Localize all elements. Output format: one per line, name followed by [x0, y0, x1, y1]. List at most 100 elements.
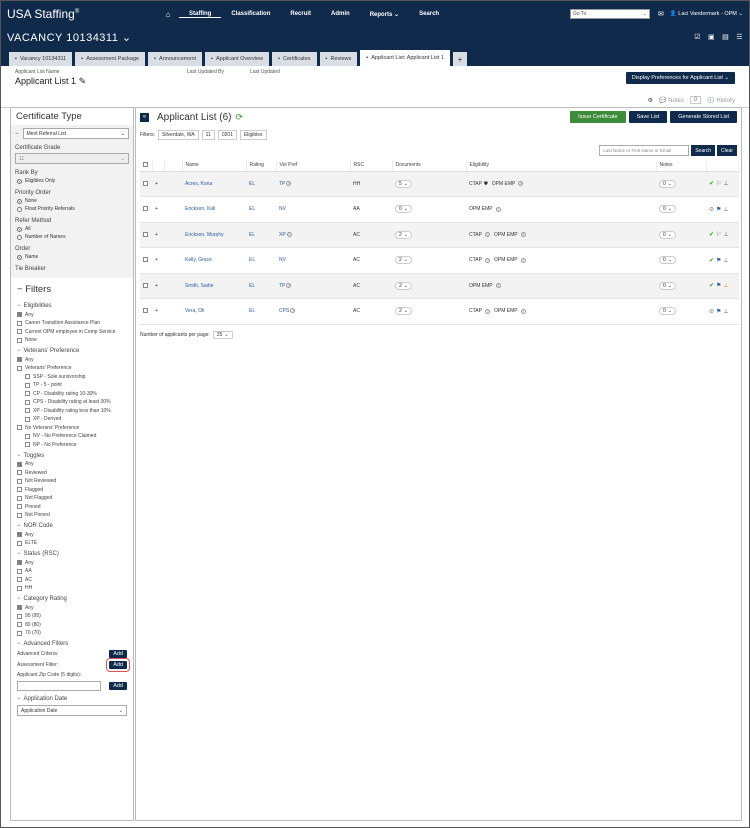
expand-icon[interactable]: + [152, 196, 164, 223]
checkbox-any[interactable]: ✓ Any [17, 532, 127, 538]
help-icon[interactable]: ? [520, 308, 526, 314]
history-link[interactable]: 🕘 History [707, 97, 735, 104]
checkbox-ac[interactable]: AC [17, 577, 127, 583]
priority-float[interactable]: Float Priority Referrals [17, 206, 129, 212]
nav-staffing[interactable]: Staffing [179, 11, 222, 18]
search-button[interactable]: Search [691, 145, 716, 156]
help-icon[interactable]: ? [484, 257, 490, 263]
refer-all[interactable]: All [17, 226, 129, 232]
rating-link[interactable]: EL [249, 308, 255, 314]
tab-vacancy[interactable]: ▪ Vacancy 10134311 [9, 52, 73, 66]
tab-certificates[interactable]: ▪ Certificates [272, 52, 317, 66]
col-name[interactable]: Name [182, 160, 247, 172]
vet-pref-link[interactable]: CPS [279, 308, 289, 314]
add-criteria-button[interactable]: Add [109, 650, 127, 658]
vet-pref-link[interactable]: XP [279, 232, 286, 238]
per-page-select[interactable]: 25 ⌄ [212, 330, 233, 339]
checkbox-no-veterans-preference[interactable]: No Veterans' Preference [17, 425, 127, 431]
documents-dropdown[interactable]: 2 ⌄ [395, 307, 412, 316]
checkbox-tp[interactable]: TP - 5 - point [25, 382, 127, 388]
applicant-name-link[interactable]: Acres, Kona [185, 181, 212, 187]
expand-icon[interactable]: + [152, 298, 164, 325]
checkbox-ssp[interactable]: SSP - Sole survivorship [25, 374, 127, 380]
folder-icon[interactable]: ▤ [722, 33, 729, 41]
rating-link[interactable]: EL [249, 283, 255, 289]
tab-assessment-package[interactable]: ▪ Assessment Package [75, 52, 146, 66]
checkbox-flagged[interactable]: Flagged [17, 487, 127, 493]
minus-icon[interactable]: − [17, 348, 21, 354]
notes-dropdown[interactable]: 0 ⌄ [659, 230, 676, 239]
checkbox-80[interactable]: 80 (80) [17, 622, 127, 628]
pin-icon[interactable]: ⊥ [723, 258, 728, 264]
minus-icon[interactable]: − [17, 523, 21, 529]
clear-button[interactable]: Clear [717, 145, 737, 156]
flag-icon[interactable]: ⚑ [716, 258, 721, 264]
checkbox-np[interactable]: NP - No Preference [25, 442, 127, 448]
row-checkbox[interactable] [143, 308, 148, 313]
checkbox-cps[interactable]: CPS - Disability rating at least 30% [25, 399, 127, 405]
checkbox-none[interactable]: None [17, 337, 127, 343]
tab-reviews[interactable]: ▪ Reviews [319, 52, 358, 66]
help-icon[interactable]: ? [286, 282, 292, 288]
checkbox-pinned[interactable]: Pinned [17, 504, 127, 510]
notes-dropdown[interactable]: 0 ⌄ [659, 205, 676, 214]
checkbox-not-reviewed[interactable]: Not Reviewed [17, 478, 127, 484]
checkbox-hh[interactable]: HH [17, 585, 127, 591]
checkbox-not-pinned[interactable]: Not Pinned [17, 512, 127, 518]
priority-none[interactable]: None [17, 198, 129, 204]
help-icon[interactable]: ? [286, 180, 292, 186]
pin-icon[interactable]: ⊥ [723, 309, 728, 315]
checkbox-70[interactable]: 70 (70) [17, 630, 127, 636]
flag-outline-icon[interactable]: ⚐ [716, 181, 721, 187]
not-reviewed-icon[interactable]: ⊘ [709, 207, 714, 213]
rating-link[interactable]: EL [249, 181, 255, 187]
nav-recruit[interactable]: Recruit [280, 11, 321, 17]
minus-icon[interactable]: − [15, 131, 19, 137]
mail-icon[interactable]: ✉ [658, 10, 664, 18]
tab-announcement[interactable]: ▪ Announcement [148, 52, 203, 66]
certificate-type-select[interactable]: Merit Referral List ⌄ [22, 128, 129, 139]
rating-link[interactable]: EL [249, 257, 255, 263]
reviewed-check-icon[interactable]: ✔ [709, 232, 714, 238]
notes-dropdown[interactable]: 0 ⌄ [659, 179, 676, 188]
certificate-grade-select[interactable]: 11 ⌄ [15, 153, 129, 164]
applicant-name-link[interactable]: Erickson, Kali [185, 206, 215, 212]
rank-eligibles-only[interactable]: Eligibles Only [17, 178, 129, 184]
help-icon[interactable]: ? [520, 257, 526, 263]
checkbox-any[interactable]: ✓ Any [17, 461, 127, 467]
home-icon[interactable]: ⌂ [157, 10, 179, 19]
applicant-name-link[interactable]: Smith, Sadie [185, 283, 213, 289]
row-checkbox[interactable] [143, 180, 148, 186]
pin-icon[interactable]: ⊥ [723, 181, 728, 187]
vet-pref-link[interactable]: TP [279, 283, 285, 289]
col-notes[interactable]: Notes [656, 160, 707, 172]
checkbox-any[interactable]: ✓ Any [17, 560, 127, 566]
help-icon[interactable]: ? [484, 232, 490, 238]
reviewed-check-icon[interactable]: ✔ [709, 283, 714, 289]
nav-admin[interactable]: Admin [321, 11, 360, 17]
minus-icon[interactable]: − [17, 551, 21, 557]
menu-icon[interactable]: ☰ [736, 33, 743, 41]
help-icon[interactable]: ? [520, 232, 526, 238]
flag-icon[interactable]: ⚑ [716, 309, 721, 315]
refer-number-of-names[interactable]: Number of Names [17, 234, 129, 240]
expand-icon[interactable]: + [152, 247, 164, 274]
nav-reports[interactable]: Reports ⌄ [360, 11, 409, 18]
minus-icon[interactable]: − [17, 303, 21, 309]
reviewed-check-icon[interactable]: ✔ [709, 258, 714, 264]
documents-dropdown[interactable]: 0 ⌄ [395, 205, 412, 214]
vet-pref-link[interactable]: NV [279, 257, 286, 263]
notes-dropdown[interactable]: 0 ⌄ [659, 281, 676, 290]
checkbox-aa[interactable]: AA [17, 568, 127, 574]
vet-pref-link[interactable]: NV [279, 206, 286, 212]
reviewed-check-icon[interactable]: ✔ [709, 181, 714, 187]
tab-applicant-overview[interactable]: ▪ Applicant Overview [205, 52, 270, 66]
row-checkbox[interactable] [143, 257, 148, 262]
row-checkbox[interactable] [143, 231, 148, 237]
documents-dropdown[interactable]: 2 ⌄ [395, 281, 412, 290]
application-date-select[interactable]: Application Date ⌄ [17, 705, 127, 716]
app-logo[interactable]: USA Staffing® [7, 7, 157, 21]
minus-icon[interactable]: − [17, 641, 21, 647]
flag-icon[interactable]: ⚑ [716, 283, 721, 289]
help-icon[interactable]: ? [495, 283, 501, 289]
